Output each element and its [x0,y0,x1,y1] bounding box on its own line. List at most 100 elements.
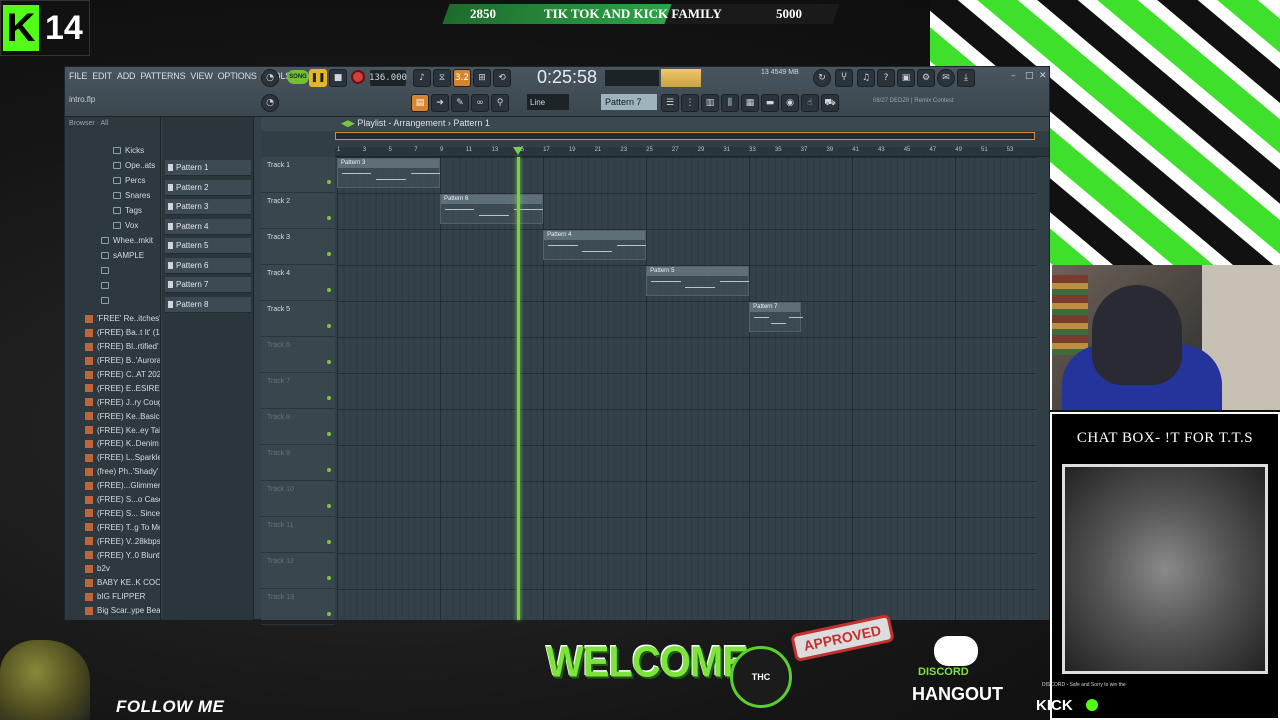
browser-folder[interactable]: Ope..ats [65,158,160,173]
playlist-scrollbar[interactable] [335,132,1035,140]
minimize-icon[interactable]: – [1011,71,1021,81]
track-header[interactable]: Track 11 [261,517,335,553]
browser-file[interactable]: (FREE) S...o Case [65,493,160,507]
browser-file[interactable]: (FREE) V..28kbps) [65,534,160,548]
browser-file[interactable]: (FREE) T..g To Me' [65,520,160,534]
pattern-picker-item[interactable]: Pattern 1 [165,160,251,176]
record-button[interactable] [351,70,365,84]
playhead-marker-icon[interactable] [513,147,524,155]
browser-file[interactable]: (FREE)...Glimmer' [65,479,160,493]
pencil-icon[interactable]: ✎ [451,94,469,112]
browser-icon[interactable]: ▦ [741,94,759,112]
pattern-picker-item[interactable]: Pattern 8 [165,296,251,313]
song-mode-toggle[interactable]: SONG [287,70,309,84]
browser-folder[interactable] [65,263,160,278]
browser-folder[interactable]: Percs [65,173,160,188]
loop-record-icon[interactable]: ⟲ [493,69,511,87]
browser-folder[interactable]: sAMPLE [65,248,160,263]
browser-file[interactable]: bIG FLIPPER [65,590,160,604]
tempo-display[interactable]: 136.000 [369,70,407,86]
bar-ruler[interactable]: 1 3 5 7 9 11 13 15 17 19 21 23 25 27 29 31 33 35 37 39 41 43 4… [335,147,1049,157]
track-enable-icon[interactable] [327,180,331,184]
track-headers[interactable]: Track 1 Track 2 Track 3 Track 4 Track 5 Track… [261,157,335,625]
browser-file[interactable]: (FREE) K..Denim [65,437,160,451]
playlist-icon[interactable]: ☰ [661,94,679,112]
close-icon[interactable]: ✕ [1039,71,1049,81]
track-header[interactable]: Track 2 [261,193,335,229]
microphone-icon[interactable]: ♫ [857,69,875,87]
playlist-view-button[interactable]: ▤ [411,94,429,112]
track-header[interactable]: Track 13 [261,589,335,625]
track-header[interactable]: Track 4 [261,265,335,301]
browser-file[interactable]: (free) Ph..'Shady' [65,465,160,479]
plugin-database-icon[interactable]: ▬ [761,94,779,112]
touch-icon[interactable]: ☝ [801,94,819,112]
menu-item-patterns[interactable]: PATTERNS [140,71,185,81]
pitch-knob-icon[interactable]: ◔ [261,94,279,112]
pattern-picker-item[interactable]: Pattern 7 [165,277,251,293]
track-enable-icon[interactable] [327,612,331,616]
browser-panel[interactable]: Browser · All Kicks Ope..ats Percs Snares Ta… [65,117,161,620]
pattern-picker-item[interactable]: Pattern 3 [165,199,251,215]
browser-file[interactable]: (FREE) Ke..Basics' [65,409,160,423]
browser-file[interactable]: (FREE) C..AT 2023 [65,368,160,382]
track-header[interactable]: Track 3 [261,229,335,265]
browser-file[interactable]: (FREE) S... Since6 [65,506,160,520]
playlist-window[interactable]: ◀▶ Playlist - Arrangement › Pattern 1 13… [261,117,1049,625]
track-enable-icon[interactable] [327,396,331,400]
save-icon[interactable]: ▣ [897,69,915,87]
pattern-clip[interactable]: Pattern 3 [337,158,441,188]
track-enable-icon[interactable] [327,288,331,292]
metronome-icon[interactable]: ♪ [413,69,431,87]
track-header[interactable]: Track 10 [261,481,335,517]
step-edit-button[interactable]: 3.2 [453,69,471,87]
bulb-icon[interactable]: ◉ [781,94,799,112]
pattern-picker-item[interactable]: Pattern 5 [165,238,251,254]
master-volume-knob-icon[interactable]: ◔ [261,69,279,87]
refresh-icon[interactable]: ↻ [813,69,831,87]
track-enable-icon[interactable] [327,252,331,256]
browser-file[interactable]: (FREE) E..ESIRES' [65,381,160,395]
stamp-icon[interactable]: ⚲ [491,94,509,112]
pattern-clip[interactable]: Pattern 6 [440,194,544,224]
fl-studio-window[interactable]: FILEEDITADDPATTERNSVIEWOPTIONSTOOLSHELP … [64,66,1050,625]
browser-file[interactable]: (FREE) B..'Aurora' [65,354,160,368]
browser-folder[interactable]: Vox [65,218,160,233]
wait-input-icon[interactable]: ⧖ [433,69,451,87]
snap-selector[interactable]: Line [527,94,569,110]
track-enable-icon[interactable] [327,504,331,508]
menu-item-file[interactable]: FILE [69,71,87,81]
pattern-picker-item[interactable]: Pattern 2 [165,179,251,196]
browser-folder[interactable] [65,293,160,308]
menu-item-add[interactable]: ADD [117,71,136,81]
download-icon[interactable]: ⤓ [957,69,975,87]
browser-file[interactable]: 'FREE' Re..itches' [65,312,160,326]
mixer-icon[interactable]: ⫼ [721,94,739,112]
stop-button[interactable]: ■ [329,69,347,87]
track-enable-icon[interactable] [327,360,331,364]
arrow-right-icon[interactable]: ➜ [431,94,449,112]
cart-icon[interactable]: ⛟ [821,94,839,112]
track-header[interactable]: Track 1 [261,157,335,193]
browser-file[interactable]: (FREE) J..ry Cough [65,395,160,409]
browser-file[interactable]: (FREE) Ba..t It' (1) [65,326,160,340]
browser-file[interactable]: (FREE) Bl..rtified' [65,340,160,354]
browser-folder[interactable]: Snares [65,188,160,203]
browser-file[interactable]: b2v [65,562,160,576]
track-enable-icon[interactable] [327,468,331,472]
pattern-clip[interactable]: Pattern 4 [543,230,647,260]
track-enable-icon[interactable] [327,540,331,544]
menu-item-options[interactable]: OPTIONS [218,71,257,81]
track-header[interactable]: Track 9 [261,445,335,481]
help-icon[interactable]: ? [877,69,895,87]
browser-file[interactable]: (FREE) Y..0 Blunt' [65,548,160,562]
browser-file[interactable]: Big Scar..ype Beat [65,604,160,618]
pattern-selector[interactable]: Pattern 7 [601,94,657,110]
browser-file[interactable]: (FREE) L..Sparkle' [65,451,160,465]
track-enable-icon[interactable] [327,432,331,436]
track-enable-icon[interactable] [327,324,331,328]
track-enable-icon[interactable] [327,216,331,220]
pattern-picker[interactable]: Pattern 1 Pattern 2 Pattern 3 Pattern 4 Patt… [162,117,254,620]
maximize-icon[interactable]: □ [1025,71,1035,81]
browser-folder[interactable] [65,278,160,293]
